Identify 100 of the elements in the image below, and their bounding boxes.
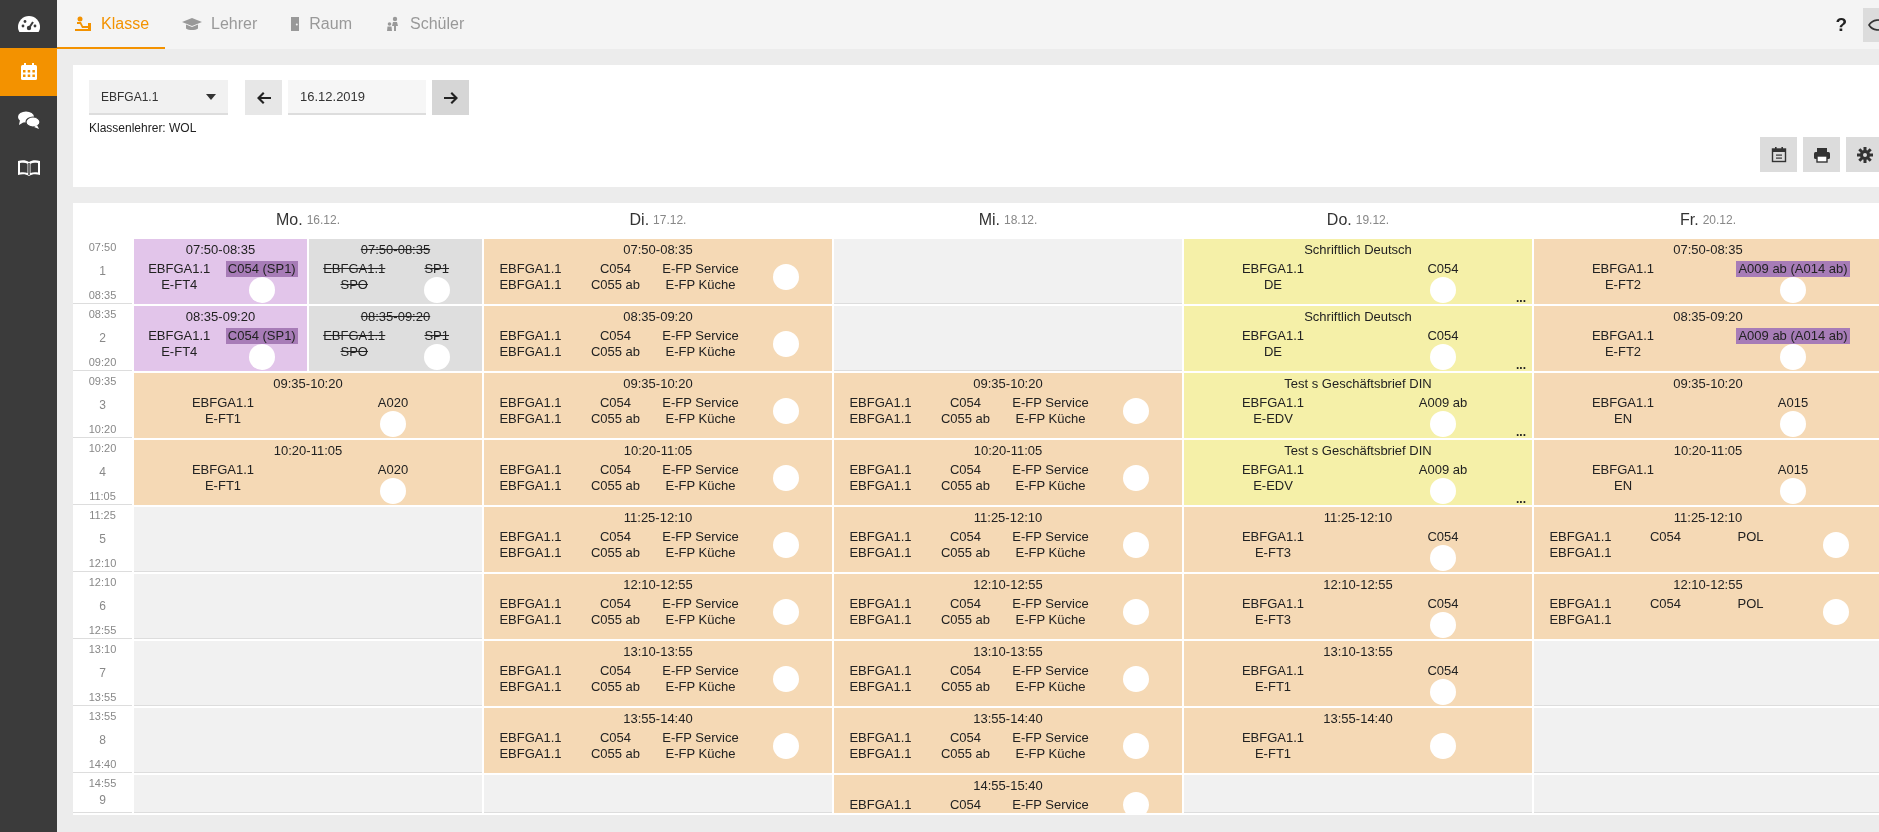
lesson-entry: E-FP Küche xyxy=(1015,411,1086,427)
lesson-card[interactable]: 07:50-08:35 EBFGA1.1 E-FT2 A009 ab (A014 ab) xyxy=(1534,239,1879,304)
more-indicator[interactable]: ... xyxy=(1516,360,1526,370)
lesson-entry: EBFGA1.1 xyxy=(1591,395,1655,411)
lesson-entry: EBFGA1.1 xyxy=(191,462,255,478)
lesson-card[interactable]: 13:10-13:55 EBFGA1.1 E-FT1 C054 xyxy=(1184,641,1532,706)
lesson-card[interactable]: Test s Geschäftsbrief DIN EBFGA1.1 E-EDV A009 ab ... xyxy=(1184,440,1532,505)
lesson-card[interactable]: 10:20-11:05 EBFGA1.1 E-FT1 A020 xyxy=(134,440,482,505)
lesson-time: 08:35-09:20 xyxy=(623,309,693,325)
lesson-entry: E-FT4 xyxy=(161,344,198,360)
lesson-entry: C055 ab xyxy=(590,746,641,762)
lesson-card[interactable]: 11:25-12:10 EBFGA1.1 EBFGA1.1 C054 C055 ab E-FP Service E-FP Küche xyxy=(834,507,1182,572)
lesson-card[interactable]: 13:55-14:40 EBFGA1.1 EBFGA1.1 C054 C055 ab E-FP Service E-FP Küche xyxy=(834,708,1182,773)
lesson-entry: E-FP Service xyxy=(1012,663,1089,679)
lesson-card[interactable]: Schriftlich Deutsch EBFGA1.1 DE C054 ... xyxy=(1184,239,1532,304)
lesson-card[interactable]: 07:50-08:35 EBFGA1.1 E-FT4 C054 (SP1) xyxy=(134,239,307,304)
period-start: 14:55 xyxy=(88,777,117,789)
lesson-entry: E-FP Küche xyxy=(665,612,736,628)
lesson-entry: E-FP Küche xyxy=(1015,612,1086,628)
lesson-entry: C054 (SP1) xyxy=(225,261,298,277)
day-date: 20.12. xyxy=(1702,213,1736,227)
redaction-dot xyxy=(423,344,450,370)
lesson-entry: EBFGA1.1 xyxy=(849,462,912,478)
lesson-card[interactable]: 07:50-08:35 EBFGA1.1 SPO SP1 xyxy=(309,239,482,304)
lesson-entry: SPO xyxy=(340,277,368,293)
help-button[interactable]: ? xyxy=(1829,12,1853,37)
lesson-entry: E-FP Küche xyxy=(665,411,736,427)
lesson-card[interactable]: 09:35-10:20 EBFGA1.1 E-FT1 A020 xyxy=(134,373,482,438)
lesson-time: 07:50-08:35 xyxy=(623,242,693,258)
lesson-card[interactable]: 12:10-12:55 EBFGA1.1 EBFGA1.1 C054 POL xyxy=(1534,574,1879,639)
lesson-card[interactable]: 14:55-15:40 EBFGA1.1 C054 E-FP Service xyxy=(834,775,1182,813)
lesson-card[interactable]: 09:35-10:20 EBFGA1.1 EN A015 xyxy=(1534,373,1879,438)
lesson-entry: EBFGA1.1 xyxy=(499,478,562,494)
lesson-card[interactable]: 11:25-12:10 EBFGA1.1 EBFGA1.1 C054 POL xyxy=(1534,507,1879,572)
lesson-entry: C055 ab xyxy=(590,612,641,628)
lesson-card[interactable]: 12:10-12:55 EBFGA1.1 EBFGA1.1 C054 C055 ab E-FP Service E-FP Küche xyxy=(834,574,1182,639)
more-indicator[interactable]: ... xyxy=(1516,293,1526,303)
lesson-entry: EBFGA1.1 xyxy=(849,746,912,762)
lesson-entry: E-FT1 xyxy=(1254,679,1292,695)
lesson-entry: EBFGA1.1 xyxy=(323,261,386,277)
lesson-card[interactable]: 13:10-13:55 EBFGA1.1 EBFGA1.1 C054 C055 ab E-FP Service E-FP Küche xyxy=(484,641,832,706)
period-end: 09:20 xyxy=(88,356,117,368)
lesson-entry: C055 ab xyxy=(940,612,991,628)
previous-button[interactable] xyxy=(245,80,282,115)
lesson-card[interactable]: 10:20-11:05 EBFGA1.1 EBFGA1.1 C054 C055 ab E-FP Service E-FP Küche xyxy=(484,440,832,505)
lesson-card[interactable]: 13:55-14:40 EBFGA1.1 EBFGA1.1 C054 C055 ab E-FP Service E-FP Küche xyxy=(484,708,832,773)
lesson-entry: E-EDV xyxy=(1253,411,1293,427)
more-indicator[interactable]: ... xyxy=(1516,494,1526,504)
lesson-time: 10:20-11:05 xyxy=(1673,443,1743,459)
lesson-card[interactable]: 09:35-10:20 EBFGA1.1 EBFGA1.1 C054 C055 ab E-FP Service E-FP Küche xyxy=(484,373,832,438)
redaction-dot xyxy=(1122,733,1149,759)
lesson-entry: A009 ab (A014 ab) xyxy=(1736,261,1850,277)
calendar-icon xyxy=(1770,146,1787,163)
lesson-card[interactable]: 10:20-11:05 EBFGA1.1 EBFGA1.1 C054 C055 ab E-FP Service E-FP Küche xyxy=(834,440,1182,505)
period-start: 10:20 xyxy=(88,442,117,454)
lesson-entry: C055 ab xyxy=(940,545,991,561)
redaction-dot xyxy=(1430,277,1456,303)
date-field[interactable]: 16.12.2019 xyxy=(288,80,426,115)
lesson-card[interactable]: 11:25-12:10 EBFGA1.1 EBFGA1.1 C054 C055 ab E-FP Service E-FP Küche xyxy=(484,507,832,572)
lesson-card[interactable]: 13:10-13:55 EBFGA1.1 EBFGA1.1 C054 C055 ab E-FP Service E-FP Küche xyxy=(834,641,1182,706)
lesson-card[interactable]: 12:10-12:55 EBFGA1.1 E-FT3 C054 xyxy=(1184,574,1532,639)
lesson-entry: C054 xyxy=(949,797,982,813)
lesson-entry: EBFGA1.1 xyxy=(849,411,912,427)
lesson-card[interactable]: 13:55-14:40 EBFGA1.1 E-FT1 xyxy=(1184,708,1532,773)
lesson-card[interactable]: Schriftlich Deutsch EBFGA1.1 DE C054 ... xyxy=(1184,306,1532,371)
calendar-button[interactable] xyxy=(1760,137,1797,172)
redaction-dot xyxy=(772,331,799,357)
next-button[interactable] xyxy=(432,80,469,115)
lesson-card[interactable]: 12:10-12:55 EBFGA1.1 EBFGA1.1 C054 C055 ab E-FP Service E-FP Küche xyxy=(484,574,832,639)
print-button[interactable] xyxy=(1803,137,1840,172)
lesson-card[interactable]: 07:50-08:35 EBFGA1.1 EBFGA1.1 C054 C055 ab E-FP Service E-FP Küche xyxy=(484,239,832,304)
lesson-entry: C054 xyxy=(1649,596,1682,612)
lesson-time: 09:35-10:20 xyxy=(273,376,343,392)
settings-button[interactable] xyxy=(1846,137,1879,172)
lesson-card[interactable]: 10:20-11:05 EBFGA1.1 EN A015 xyxy=(1534,440,1879,505)
lesson-card[interactable]: 09:35-10:20 EBFGA1.1 EBFGA1.1 C054 C055 ab E-FP Service E-FP Küche xyxy=(834,373,1182,438)
mortarboard-icon xyxy=(182,15,203,32)
lesson-entry: C054 xyxy=(949,730,982,746)
lesson-card[interactable]: Test s Geschäftsbrief DIN EBFGA1.1 E-EDV A009 ab ... xyxy=(1184,373,1532,438)
class-dropdown[interactable]: EBFGA1.1 xyxy=(89,80,228,115)
lesson-card[interactable]: 11:25-12:10 EBFGA1.1 E-FT3 C054 xyxy=(1184,507,1532,572)
lesson-entry: E-FP Küche xyxy=(1015,746,1086,762)
lesson-card[interactable]: 08:35-09:20 EBFGA1.1 E-FT2 A009 ab (A014 ab) xyxy=(1534,306,1879,371)
book-icon xyxy=(16,159,41,177)
students-icon xyxy=(384,15,401,32)
redaction-dot xyxy=(1430,344,1456,370)
lesson-entry: E-FT2 xyxy=(1604,277,1642,293)
lesson-entry: EBFGA1.1 xyxy=(499,529,562,545)
more-indicator[interactable]: ... xyxy=(1516,427,1526,437)
lesson-entry: EBFGA1.1 xyxy=(1591,328,1655,344)
lesson-entry: E-FP Küche xyxy=(665,746,736,762)
period-end: 10:20 xyxy=(88,423,117,435)
lesson-card[interactable]: 08:35-09:20 EBFGA1.1 SPO SP1 xyxy=(309,306,482,371)
lesson-entry: C055 ab xyxy=(590,344,641,360)
lesson-card[interactable]: 08:35-09:20 EBFGA1.1 EBFGA1.1 C054 C055 ab E-FP Service E-FP Küche xyxy=(484,306,832,371)
lesson-entry: E-FP Service xyxy=(662,395,739,411)
lesson-entry: C055 ab xyxy=(590,545,641,561)
redaction-dot xyxy=(1430,545,1456,571)
exam-title: Schriftlich Deutsch xyxy=(1304,242,1412,258)
lesson-card[interactable]: 08:35-09:20 EBFGA1.1 E-FT4 C054 (SP1) xyxy=(134,306,307,371)
